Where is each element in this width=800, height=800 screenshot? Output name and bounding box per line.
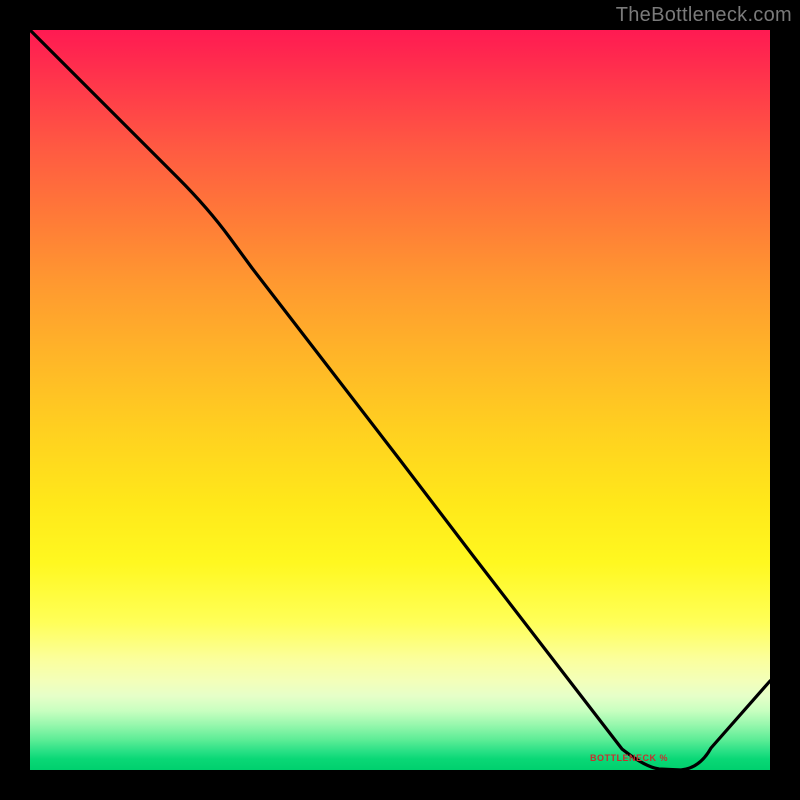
chart-container: TheBottleneck.com BOTTLENECK % <box>0 0 800 800</box>
curve-path <box>30 30 770 770</box>
line-series <box>30 30 770 770</box>
plot-area: BOTTLENECK % <box>30 30 770 770</box>
watermark-text: TheBottleneck.com <box>616 4 792 27</box>
annotation-bottleneck: BOTTLENECK % <box>590 753 668 763</box>
